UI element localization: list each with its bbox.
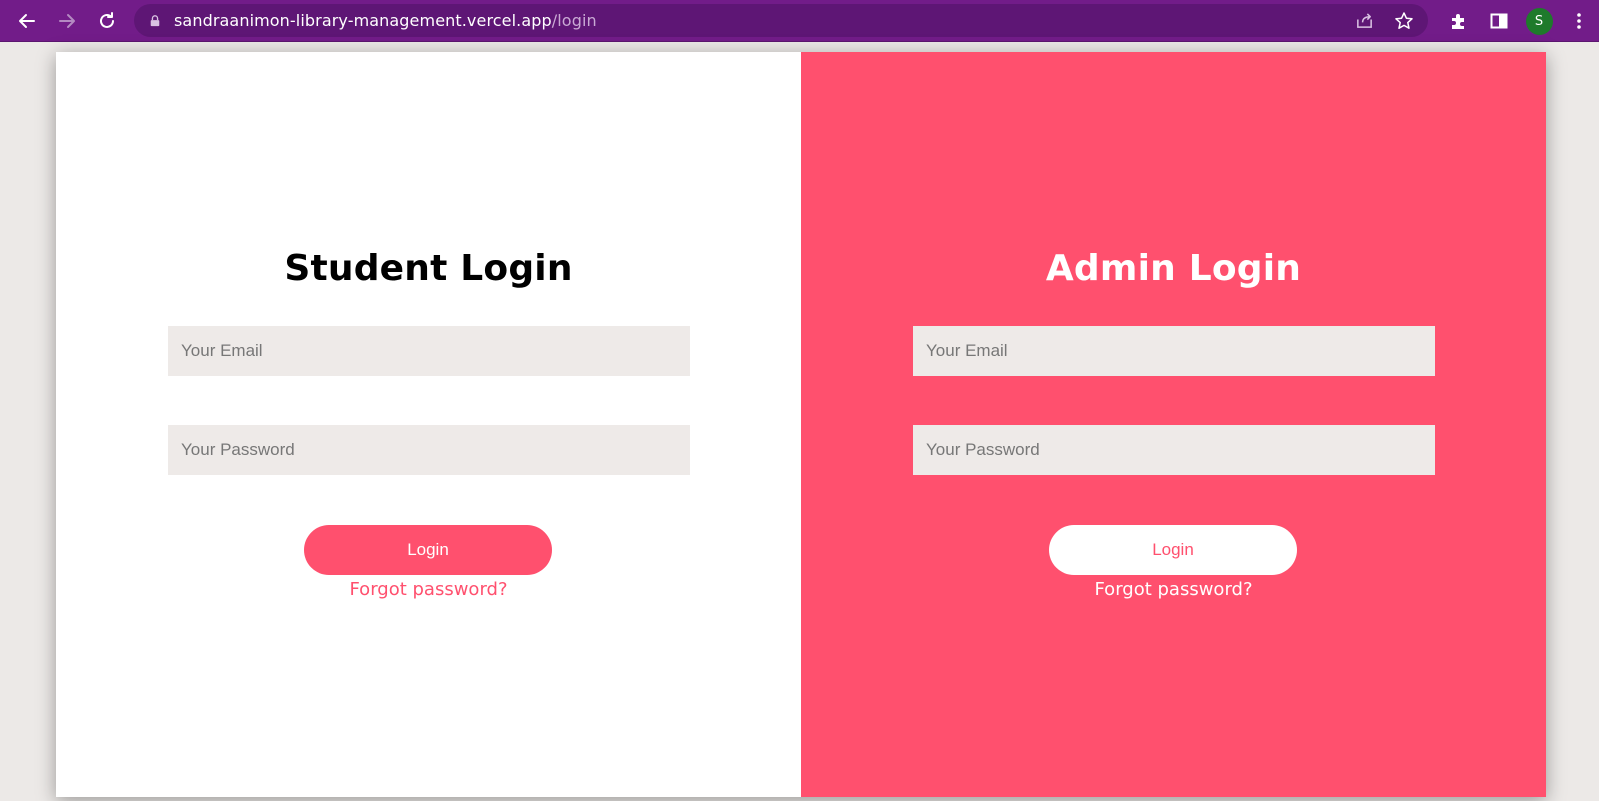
- login-container: Student Login Login Forgot password? Adm…: [56, 52, 1546, 797]
- reload-button[interactable]: [87, 1, 127, 41]
- lock-icon: [148, 14, 162, 28]
- browser-toolbar: sandraanimon-library-management.vercel.a…: [0, 0, 1599, 42]
- admin-login-panel: Admin Login Login Forgot password?: [801, 52, 1546, 797]
- forward-arrow-icon: [59, 13, 75, 28]
- forward-button[interactable]: [47, 1, 87, 41]
- address-bar[interactable]: sandraanimon-library-management.vercel.a…: [134, 4, 1428, 37]
- extensions-puzzle-icon[interactable]: [1439, 1, 1479, 41]
- avatar: S: [1525, 7, 1553, 35]
- url-text: sandraanimon-library-management.vercel.a…: [174, 11, 597, 30]
- admin-forgot-password-link[interactable]: Forgot password?: [801, 579, 1546, 600]
- share-icon[interactable]: [1354, 11, 1374, 31]
- menu-kebab-icon[interactable]: [1559, 1, 1599, 41]
- url-host: sandraanimon-library-management.vercel.a…: [174, 11, 552, 30]
- url-path: /login: [551, 11, 597, 30]
- admin-login-button[interactable]: Login: [1049, 525, 1297, 575]
- admin-password-input[interactable]: [913, 425, 1435, 475]
- admin-login-title: Admin Login: [1045, 248, 1302, 289]
- admin-email-input[interactable]: [913, 326, 1435, 376]
- student-email-input[interactable]: [168, 326, 690, 376]
- student-forgot-password-link[interactable]: Forgot password?: [56, 579, 801, 600]
- student-password-input[interactable]: [168, 425, 690, 475]
- student-login-button[interactable]: Login: [304, 525, 552, 575]
- profile-button[interactable]: S: [1519, 1, 1559, 41]
- side-panel-icon[interactable]: [1479, 1, 1519, 41]
- back-button[interactable]: [7, 1, 47, 41]
- bookmark-star-icon[interactable]: [1394, 11, 1414, 31]
- back-arrow-icon: [19, 13, 35, 28]
- reload-icon: [100, 11, 114, 28]
- student-login-title: Student Login: [284, 248, 573, 289]
- student-login-panel: Student Login Login Forgot password?: [56, 52, 801, 797]
